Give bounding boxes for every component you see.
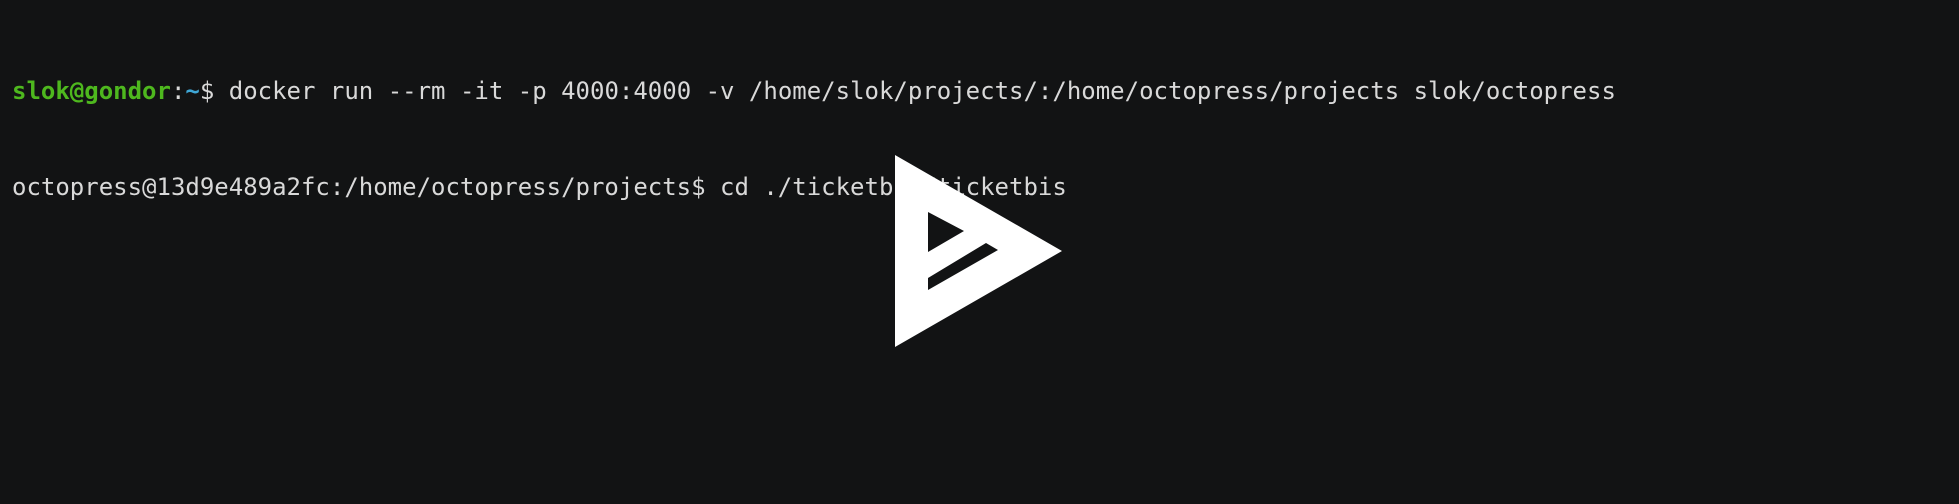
terminal-line-1: slok@gondor:~$ docker run --rm -it -p 40… xyxy=(12,75,1616,107)
terminal-screen: slok@gondor:~$ docker run --rm -it -p 40… xyxy=(12,11,1616,267)
terminal-window: slok@gondor:~$ docker run --rm -it -p 40… xyxy=(0,0,1959,504)
terminal-line-2: octopress@13d9e489a2fc:/home/octopress/p… xyxy=(12,171,1616,203)
prompt-user-host: slok@gondor xyxy=(12,77,171,105)
container-prompt: octopress@13d9e489a2fc:/home/octopress/p… xyxy=(12,173,706,201)
prompt-cwd: ~ xyxy=(185,77,200,105)
command-text: docker run --rm -it -p 4000:4000 -v /hom… xyxy=(214,77,1616,105)
prompt-colon: : xyxy=(170,77,186,105)
play-button[interactable] xyxy=(895,155,1063,348)
asciinema-play-icon xyxy=(895,155,1062,347)
prompt-symbol: $ xyxy=(199,77,215,105)
